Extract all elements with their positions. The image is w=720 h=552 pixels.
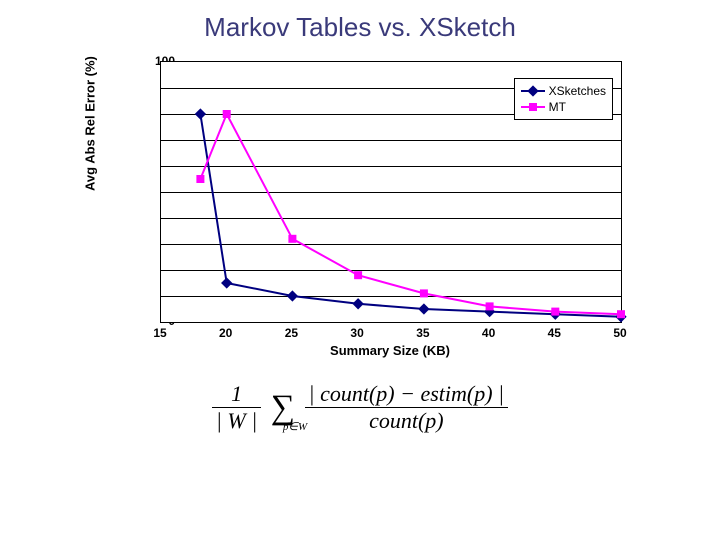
- eq-num-main: | count(p) − estim(p) |: [305, 381, 509, 408]
- x-tick-45: 45: [548, 326, 561, 340]
- y-axis-label: Avg Abs Rel Error (%): [83, 56, 98, 191]
- chart: 100 90 80 70 60 50 40 30 20 10 0 Avg Abs…: [80, 51, 640, 361]
- x-tick-30: 30: [350, 326, 363, 340]
- sigma-icon: ∑p∈W: [271, 389, 295, 427]
- equation: 1 | W | ∑p∈W | count(p) − estim(p) | cou…: [0, 381, 720, 434]
- legend-item-xsketches: XSketches: [521, 83, 606, 99]
- legend: XSketches MT: [514, 78, 613, 120]
- legend-label: XSketches: [549, 84, 606, 98]
- eq-num-1: 1: [212, 381, 261, 408]
- legend-label: MT: [549, 100, 566, 114]
- slide-title: Markov Tables vs. XSketch: [0, 12, 720, 43]
- x-tick-35: 35: [416, 326, 429, 340]
- plot-area: XSketches MT: [160, 61, 622, 323]
- legend-item-mt: MT: [521, 99, 606, 115]
- x-tick-40: 40: [482, 326, 495, 340]
- x-tick-20: 20: [219, 326, 232, 340]
- x-tick-15: 15: [153, 326, 166, 340]
- x-tick-25: 25: [285, 326, 298, 340]
- x-tick-50: 50: [613, 326, 626, 340]
- eq-sum-sub: p∈W: [283, 420, 307, 433]
- x-axis-label: Summary Size (KB): [160, 343, 620, 358]
- eq-den-w: | W |: [212, 408, 261, 434]
- eq-den-main: count(p): [305, 408, 509, 434]
